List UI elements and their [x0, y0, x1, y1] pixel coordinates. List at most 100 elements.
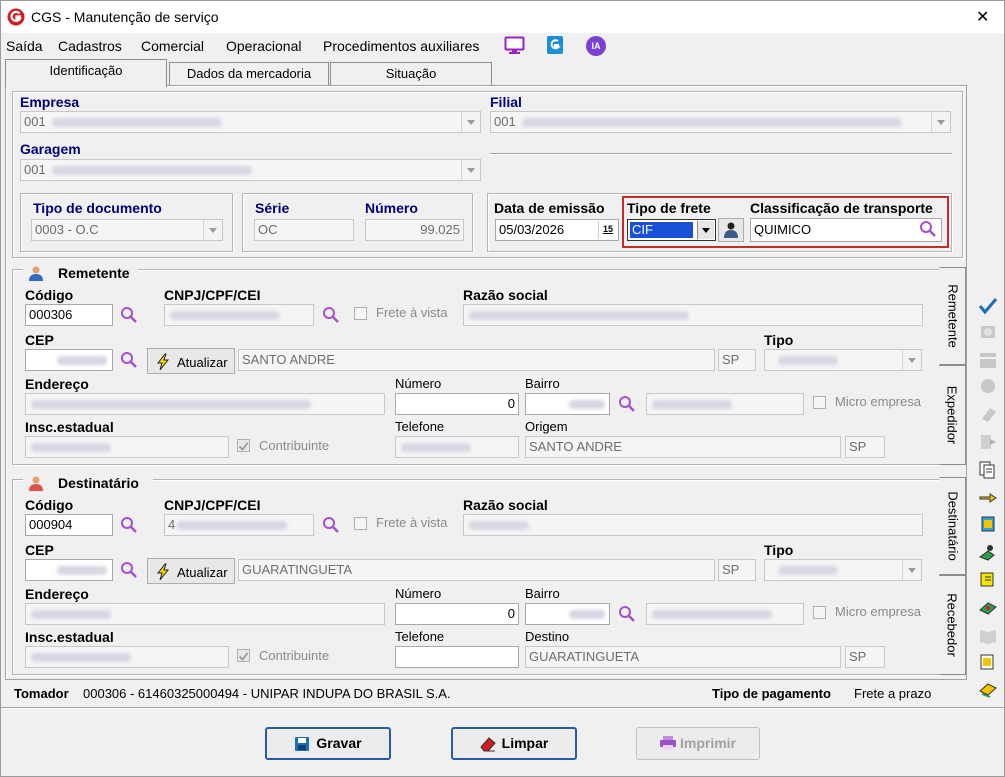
rem-contribuinte-checkbox[interactable] — [237, 439, 250, 452]
save-disk-icon — [295, 737, 309, 751]
tab-situacao[interactable]: Situação — [330, 62, 492, 86]
menu-procedimentos-auxiliares[interactable]: Procedimentos auxiliares — [323, 38, 479, 54]
tipo-documento-select[interactable]: 0003 - O.C — [31, 219, 223, 241]
vtab-destinatario[interactable]: Destinatário — [939, 477, 966, 575]
search-rem-bairro-icon[interactable] — [618, 395, 636, 413]
empresa-select[interactable]: 001 — [20, 111, 481, 133]
menu-comercial[interactable]: Comercial — [141, 38, 204, 54]
ia-assistant-icon[interactable]: IA — [586, 36, 606, 56]
dest-tipo-select[interactable] — [764, 559, 922, 581]
dest-endereco-label: Endereço — [25, 586, 89, 602]
dest-atualizar-button[interactable]: Atualizar — [147, 558, 235, 584]
imprimir-button[interactable]: Imprimir — [636, 727, 760, 760]
serie-input[interactable]: OC — [254, 219, 354, 241]
rem-origem-label: Origem — [525, 419, 568, 434]
tipo-frete-dropdown-icon[interactable] — [697, 221, 714, 239]
dest-destino-input[interactable]: GUARATINGUETA — [525, 646, 841, 668]
vtab-expedidor[interactable]: Expedidor — [939, 365, 966, 465]
rem-codigo-input[interactable]: 000306 — [25, 304, 113, 326]
dest-frete-vista-checkbox[interactable] — [354, 517, 367, 530]
rem-razao-input[interactable] — [463, 304, 923, 326]
calendar-icon[interactable]: 15 — [598, 221, 617, 239]
rem-bairro-input[interactable] — [646, 393, 804, 415]
serie-label: Série — [255, 200, 290, 216]
dest-micro-empresa-checkbox[interactable] — [813, 606, 826, 619]
search-dest-cnpj-icon[interactable] — [322, 516, 340, 534]
vtab-remetente[interactable]: Remetente — [939, 267, 966, 365]
money-hand-icon[interactable] — [978, 599, 998, 617]
hand-document-icon[interactable] — [978, 571, 998, 589]
document-g-icon[interactable] — [546, 35, 564, 55]
rem-origem-uf-input[interactable]: SP — [845, 436, 885, 458]
rem-insc-input[interactable] — [25, 436, 229, 458]
menu-saida[interactable]: Saída — [6, 38, 43, 54]
rem-insc-label: Insc.estadual — [25, 419, 114, 435]
tipo-frete-select[interactable]: CIF — [627, 219, 716, 241]
pointing-hand-icon[interactable] — [978, 489, 998, 507]
rem-bairro-code-input[interactable] — [525, 393, 610, 415]
driver-person-button[interactable] — [718, 218, 744, 242]
dest-telefone-input[interactable] — [395, 646, 519, 668]
rem-origem-input[interactable]: SANTO ANDRE — [525, 436, 841, 458]
rem-atualizar-label: Atualizar — [177, 355, 228, 370]
report-icon[interactable] — [978, 653, 998, 671]
dest-bairro-code-input[interactable] — [525, 603, 610, 625]
dest-cnpj-input[interactable]: 4 — [164, 514, 314, 536]
tipo-frete-label: Tipo de frete — [627, 200, 711, 216]
calculator-hand-icon[interactable] — [978, 515, 998, 533]
copy-pages-icon[interactable] — [978, 461, 998, 479]
rem-tipo-select[interactable] — [764, 349, 922, 371]
rem-cnpj-input[interactable] — [164, 304, 314, 326]
search-classificacao-icon[interactable] — [919, 220, 937, 238]
garagem-select[interactable]: 001 — [20, 159, 481, 181]
dest-destino-uf-input[interactable]: SP — [845, 646, 885, 668]
rem-atualizar-button[interactable]: Atualizar — [147, 348, 235, 374]
dest-endereco-input[interactable] — [25, 603, 385, 625]
menu-operacional[interactable]: Operacional — [226, 38, 302, 54]
dest-numero-input[interactable]: 0 — [395, 603, 519, 625]
rem-endereco-input[interactable] — [25, 393, 385, 415]
search-rem-codigo-icon[interactable] — [120, 306, 138, 324]
rem-numero-label: Número — [395, 376, 442, 391]
dest-uf-input[interactable]: SP — [718, 559, 756, 581]
filial-select[interactable]: 001 — [490, 111, 951, 133]
dest-bairro-input[interactable] — [646, 603, 804, 625]
menu-cadastros[interactable]: Cadastros — [58, 38, 122, 54]
book-disabled-icon — [980, 630, 996, 644]
dest-contribuinte-checkbox[interactable] — [237, 649, 250, 662]
dest-cep-input[interactable] — [25, 559, 113, 581]
rem-numero-input[interactable]: 0 — [395, 393, 519, 415]
search-dest-cep-icon[interactable] — [120, 561, 138, 579]
data-emissao-value: 05/03/2026 — [499, 222, 565, 237]
limpar-button[interactable]: Limpar — [451, 727, 577, 760]
search-rem-cep-icon[interactable] — [120, 351, 138, 369]
rem-telefone-input[interactable] — [395, 436, 519, 458]
rem-cidade-input[interactable]: SANTO ANDRE — [238, 349, 715, 371]
rem-micro-empresa-checkbox[interactable] — [813, 396, 826, 409]
dest-cidade-input[interactable]: GUARATINGUETA — [238, 559, 715, 581]
vtab-recebedor[interactable]: Recebedor — [939, 575, 966, 675]
title-bar: CGS - Manutenção de serviço ✕ — [1, 1, 1004, 33]
classificacao-transporte-input[interactable]: QUIMICO — [750, 218, 942, 242]
numero-doc-input[interactable]: 99.025 — [365, 219, 464, 241]
monitor-icon[interactable] — [504, 36, 525, 55]
tab-dados-mercadoria[interactable]: Dados da mercadoria — [169, 62, 329, 86]
search-rem-cnpj-icon[interactable] — [322, 306, 340, 324]
tomador-label: Tomador — [14, 686, 69, 701]
person-arrow-icon[interactable] — [978, 543, 998, 561]
dest-razao-input[interactable] — [463, 514, 923, 536]
rem-telefone-label: Telefone — [395, 419, 445, 434]
checkmark-icon[interactable] — [978, 297, 998, 315]
classificacao-transporte-label: Classificação de transporte — [750, 200, 933, 216]
payment-hand-icon[interactable] — [978, 681, 998, 699]
dest-insc-input[interactable] — [25, 646, 229, 668]
search-dest-bairro-icon[interactable] — [618, 605, 636, 623]
rem-cep-input[interactable] — [25, 349, 113, 371]
dest-codigo-input[interactable]: 000904 — [25, 514, 113, 536]
search-dest-codigo-icon[interactable] — [120, 516, 138, 534]
close-button[interactable]: ✕ — [976, 7, 989, 27]
rem-frete-vista-checkbox[interactable] — [354, 307, 367, 320]
gravar-button[interactable]: Gravar — [265, 727, 391, 760]
rem-uf-input[interactable]: SP — [718, 349, 756, 371]
tab-identificacao[interactable]: Identificação — [5, 59, 167, 87]
